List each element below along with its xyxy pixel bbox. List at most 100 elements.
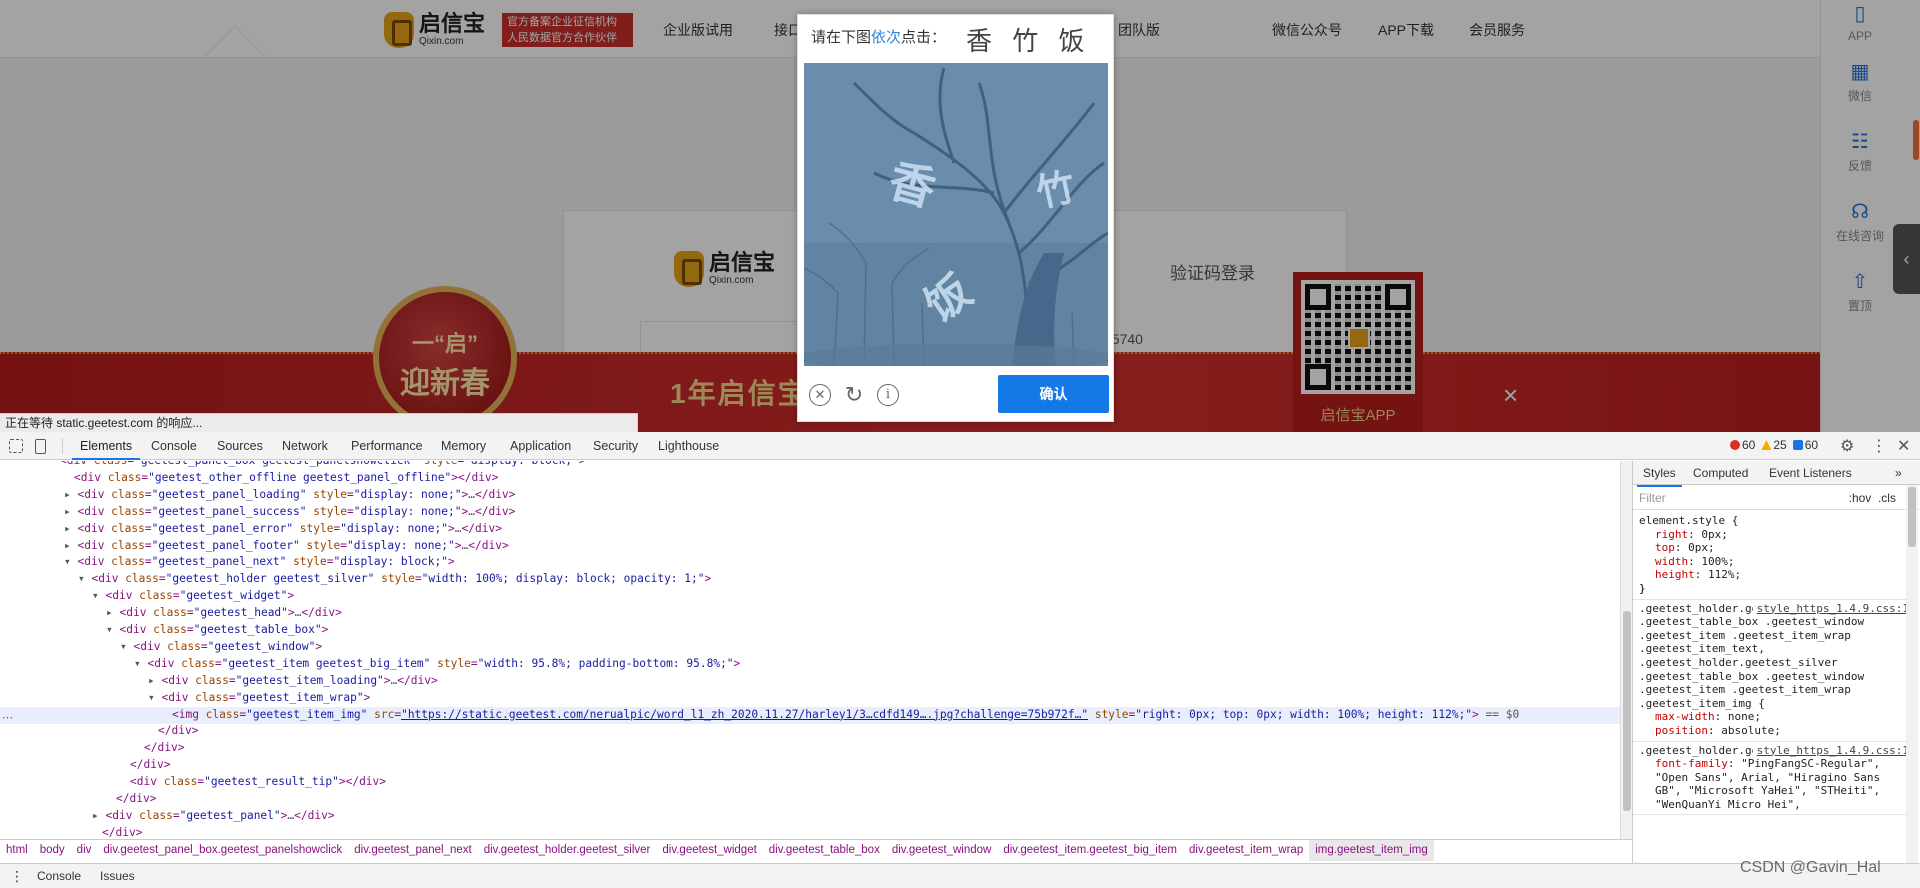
expand-toggle-icon[interactable]: ▾: [78, 572, 91, 585]
expand-toggle-icon[interactable]: ▸: [64, 522, 77, 535]
css-declaration[interactable]: right: 0px;: [1639, 528, 1905, 542]
expand-toggle-icon[interactable]: ▸: [64, 539, 77, 552]
elements-scrollbar[interactable]: [1620, 461, 1632, 853]
expand-toggle-icon[interactable]: ▾: [120, 640, 133, 653]
styles-scrollbar[interactable]: [1906, 485, 1918, 863]
dom-node-line[interactable]: ▾ <div class="geetest_item geetest_big_i…: [0, 656, 1620, 673]
breadcrumb-item[interactable]: div.geetest_item_wrap: [1183, 840, 1309, 861]
expand-toggle-icon[interactable]: ▸: [106, 606, 119, 619]
cls-toggle[interactable]: .cls: [1878, 491, 1896, 505]
error-icon: [1730, 440, 1740, 450]
css-declaration[interactable]: top: 0px;: [1639, 541, 1905, 555]
breadcrumb-item[interactable]: div.geetest_holder.geetest_silver: [478, 840, 657, 861]
breadcrumb-item[interactable]: div.geetest_table_box: [763, 840, 886, 861]
dom-node-line[interactable]: </div>: [0, 757, 1620, 774]
filter-toggles: :hov .cls +: [1849, 486, 1913, 510]
expand-toggle-icon[interactable]: ▾: [148, 691, 161, 704]
breadcrumb-item[interactable]: div.geetest_panel_next: [348, 840, 477, 861]
dom-more-icon[interactable]: ⋯: [2, 711, 13, 724]
issue-counts[interactable]: 60 25 60: [1730, 438, 1818, 452]
elements-tree[interactable]: <div class="geetest_panel_box geetest_pa…: [0, 461, 1632, 853]
css-declaration[interactable]: font-family: "PingFangSC-Regular", "Open…: [1639, 757, 1905, 811]
breadcrumb-item[interactable]: div.geetest_item.geetest_big_item: [997, 840, 1183, 861]
dom-node-line[interactable]: <div class="geetest_panel_box geetest_pa…: [0, 461, 1620, 470]
breadcrumb-item[interactable]: div.geetest_widget: [656, 840, 762, 861]
captcha-confirm-button[interactable]: 确认: [998, 375, 1109, 413]
tab-event-listeners[interactable]: Event Listeners: [1763, 461, 1858, 485]
rule-source-link[interactable]: style_https_1.4.9.css:1: [1752, 743, 1909, 758]
settings-gear-icon[interactable]: ⚙: [1840, 436, 1854, 456]
dom-node-line[interactable]: <div class="geetest_other_offline geetes…: [0, 470, 1620, 487]
captcha-image[interactable]: 香 竹 饭: [804, 63, 1108, 366]
dom-node-line[interactable]: ▸ <div class="geetest_panel_footer" styl…: [0, 538, 1620, 555]
info-count: 60: [1792, 438, 1818, 452]
breadcrumb-item[interactable]: html: [0, 840, 34, 861]
css-declaration[interactable]: width: 100%;: [1639, 555, 1905, 569]
close-icon[interactable]: ✕: [809, 384, 831, 406]
expand-toggle-icon[interactable]: ▾: [64, 555, 77, 568]
close-devtools-icon[interactable]: ✕: [1897, 436, 1910, 456]
refresh-icon[interactable]: ↻: [843, 384, 865, 406]
breadcrumb-item[interactable]: body: [34, 840, 71, 861]
style-rule[interactable]: .geetest_holder.geetest_silver * {style_…: [1633, 742, 1909, 816]
dom-node-line[interactable]: ▾ <div class="geetest_widget">: [0, 588, 1620, 605]
rule-source-link[interactable]: style_https_1.4.9.css:1: [1752, 601, 1909, 616]
inspect-element-icon[interactable]: [9, 439, 23, 453]
dom-node-line[interactable]: ▾ <div class="geetest_holder geetest_sil…: [0, 571, 1620, 588]
tab-application[interactable]: Application: [502, 432, 579, 460]
tab-elements[interactable]: Elements: [72, 432, 141, 460]
dom-node-line[interactable]: ▸ <div class="geetest_head">…</div>: [0, 605, 1620, 622]
expand-toggle-icon[interactable]: ▸: [92, 809, 105, 822]
dom-node-line[interactable]: </div>: [0, 791, 1620, 808]
expand-toggle-icon[interactable]: ▸: [64, 505, 77, 518]
hov-toggle[interactable]: :hov: [1849, 491, 1872, 505]
more-tabs-icon[interactable]: »: [1889, 461, 1908, 485]
dom-node-line[interactable]: ▸ <div class="geetest_panel_error" style…: [0, 521, 1620, 538]
style-rule[interactable]: .geetest_holder.geetest_silver .geetest_…: [1633, 600, 1909, 742]
tab-styles[interactable]: Styles: [1637, 461, 1682, 487]
drawer-menu-icon[interactable]: ⋮: [10, 864, 24, 888]
expand-toggle-icon[interactable]: ▸: [148, 674, 161, 687]
style-rules[interactable]: element.style {right: 0px; top: 0px; width…: [1633, 512, 1909, 816]
expand-toggle-icon[interactable]: ▾: [106, 623, 119, 636]
style-rule[interactable]: element.style {right: 0px; top: 0px; width…: [1633, 512, 1909, 600]
tab-computed[interactable]: Computed: [1687, 461, 1754, 485]
tab-sources[interactable]: Sources: [209, 432, 271, 460]
dom-node-line[interactable]: ▾ <div class="geetest_table_box">: [0, 622, 1620, 639]
dom-node-line[interactable]: ▸ <div class="geetest_item_loading">…</d…: [0, 673, 1620, 690]
breadcrumb-item[interactable]: div.geetest_window: [886, 840, 998, 861]
expand-toggle-icon[interactable]: ▸: [64, 488, 77, 501]
devtools-drawer: ⋮ Console Issues: [0, 863, 1920, 888]
dom-node-line[interactable]: </div>: [0, 740, 1620, 757]
dom-node-line[interactable]: </div>: [0, 723, 1620, 740]
css-declaration[interactable]: height: 112%;: [1639, 568, 1905, 582]
dom-node-line[interactable]: ▸ <div class="geetest_panel_loading" sty…: [0, 487, 1620, 504]
drawer-tab-console[interactable]: Console: [37, 864, 81, 888]
breadcrumb-item[interactable]: img.geetest_item_img: [1309, 840, 1434, 861]
breadcrumb-item[interactable]: div.geetest_panel_box.geetest_panelshowc…: [97, 840, 348, 861]
dom-node-line[interactable]: ▾ <div class="geetest_window">: [0, 639, 1620, 656]
more-options-icon[interactable]: ⋮: [1871, 436, 1887, 456]
expand-toggle-icon[interactable]: ▾: [92, 589, 105, 602]
expand-toggle-icon[interactable]: ▾: [134, 657, 147, 670]
tab-lighthouse[interactable]: Lighthouse: [650, 432, 727, 460]
tab-network[interactable]: Network: [274, 432, 336, 460]
dom-node-line[interactable]: ▾ <div class="geetest_item_wrap">: [0, 690, 1620, 707]
tab-console[interactable]: Console: [143, 432, 205, 460]
styles-filter-input[interactable]: Filter :hov .cls +: [1633, 486, 1920, 510]
tab-performance[interactable]: Performance: [343, 432, 431, 460]
info-icon[interactable]: i: [877, 384, 899, 406]
tab-memory[interactable]: Memory: [433, 432, 494, 460]
breadcrumb-item[interactable]: div: [71, 840, 98, 861]
dom-node-line[interactable]: <img class="geetest_item_img" src="https…: [0, 706, 1620, 724]
dom-node-line[interactable]: ▾ <div class="geetest_panel_next" style=…: [0, 554, 1620, 571]
css-declaration[interactable]: max-width: none;: [1639, 710, 1905, 724]
css-declaration[interactable]: position: absolute;: [1639, 724, 1905, 738]
dom-node-line[interactable]: ▸ <div class="geetest_panel">…</div>: [0, 808, 1620, 825]
device-toolbar-icon[interactable]: [35, 439, 46, 454]
drawer-tab-issues[interactable]: Issues: [100, 864, 135, 888]
captcha-footer: ✕ ↻ i 确认: [798, 375, 1115, 421]
dom-node-line[interactable]: <div class="geetest_result_tip"></div>: [0, 774, 1620, 791]
dom-node-line[interactable]: ▸ <div class="geetest_panel_success" sty…: [0, 504, 1620, 521]
tab-security[interactable]: Security: [585, 432, 646, 460]
